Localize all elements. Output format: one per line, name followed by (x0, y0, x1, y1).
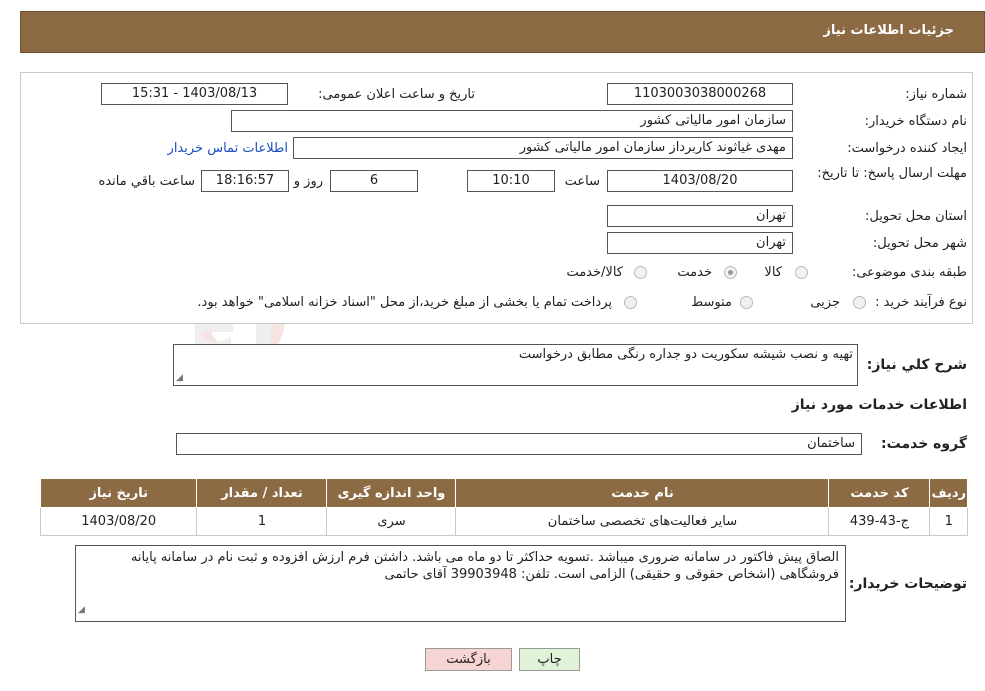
page-title: جزئیات اطلاعات نیاز (823, 23, 954, 38)
col-header-unit: واحد اندازه گیری (326, 478, 457, 508)
category-goods-service-radio[interactable] (634, 266, 647, 279)
description-label: شرح کلي نياز: (866, 357, 967, 373)
print-button[interactable]: چاپ (519, 648, 580, 671)
city-label: شهر محل تحویل: (872, 236, 967, 251)
col-header-service-name: نام خدمت (455, 478, 830, 508)
category-service-radio[interactable] (724, 266, 737, 279)
cell-quantity: 1 (196, 507, 328, 536)
buyer-org-field: سازمان امور مالیاتی کشور (231, 110, 793, 132)
description-text: تهیه و نصب شیشه سکوریت دو جداره رنگی مطا… (518, 347, 853, 362)
remaining-time-field: 18:16:57 (201, 170, 289, 192)
category-goods-radio[interactable] (795, 266, 808, 279)
services-section-title: اطلاعات خدمات مورد نیاز (791, 397, 967, 413)
col-header-row-number: ردیف (929, 478, 968, 508)
col-header-need-date: تاریخ نیاز (39, 478, 198, 508)
page-header: جزئیات اطلاعات نیاز (20, 11, 985, 53)
purchase-minor-radio[interactable] (853, 296, 866, 309)
buyer-notes-text: الصاق پیش فاکتور در سامانه ضروری میباشد … (130, 550, 839, 582)
treasury-checkbox[interactable] (624, 296, 637, 309)
remaining-days-field: 6 (330, 170, 418, 192)
purchase-minor-label: جزیی (810, 295, 840, 310)
province-label: استان محل تحویل: (865, 209, 967, 224)
col-header-service-code: کد خدمت (828, 478, 931, 508)
category-label: طبقه بندی موضوعی: (851, 265, 967, 280)
buyer-notes-label: توضیحات خریدار: (848, 576, 967, 592)
days-label: روز و (293, 174, 323, 189)
resize-grip-icon[interactable]: ◢ (176, 373, 183, 383)
cell-need-date: 1403/08/20 (39, 507, 198, 536)
services-table: ردیف کد خدمت نام خدمت واحد اندازه گیری ت… (39, 478, 968, 536)
table-header-row: ردیف کد خدمت نام خدمت واحد اندازه گیری ت… (39, 478, 968, 508)
buyer-notes-textarea[interactable]: الصاق پیش فاکتور در سامانه ضروری میباشد … (75, 545, 846, 622)
cell-unit: سری (326, 507, 457, 536)
deadline-date-field: 1403/08/20 (607, 170, 793, 192)
need-number-label: شماره نیاز: (905, 87, 967, 102)
resize-grip-icon[interactable]: ◢ (78, 602, 85, 619)
creator-field: مهدی غیاثوند کاربرداز سازمان امور مالیات… (293, 137, 793, 159)
purchase-type-label: نوع فرآیند خرید : (875, 295, 967, 310)
purchase-medium-radio[interactable] (740, 296, 753, 309)
treasury-note: پرداخت تمام یا بخشی از مبلغ خرید،از محل … (197, 295, 612, 310)
service-group-field: ساختمان (176, 433, 862, 455)
announce-datetime-field: 1403/08/13 - 15:31 (101, 83, 288, 105)
buyer-contact-link[interactable]: اطلاعات تماس خریدار (168, 141, 288, 156)
cell-row-number: 1 (929, 507, 968, 536)
description-textarea[interactable]: تهیه و نصب شیشه سکوریت دو جداره رنگی مطا… (173, 344, 858, 386)
remaining-time-label: ساعت باقي مانده (98, 174, 195, 189)
creator-label: ایجاد کننده درخواست: (847, 141, 967, 156)
category-goods-service-label: کالا/خدمت (566, 265, 623, 280)
category-service-label: خدمت (677, 265, 712, 280)
col-header-quantity: تعداد / مقدار (196, 478, 328, 508)
deadline-label: مهلت ارسال پاسخ: تا تاریخ: (817, 166, 967, 181)
cell-service-name: سایر فعالیت‌های تخصصی ساختمان (455, 507, 830, 536)
back-button[interactable]: بازگشت (425, 648, 512, 671)
province-field: تهران (607, 205, 793, 227)
city-field: تهران (607, 232, 793, 254)
table-row: 1 ج-43-439 سایر فعالیت‌های تخصصی ساختمان… (39, 507, 968, 536)
category-goods-label: کالا (764, 265, 782, 280)
need-number-field: 1103003038000268 (607, 83, 793, 105)
purchase-medium-label: متوسط (691, 295, 732, 310)
deadline-time-field: 10:10 (467, 170, 555, 192)
service-group-label: گروه خدمت: (881, 436, 967, 452)
announce-datetime-label: تاریخ و ساعت اعلان عمومی: (318, 87, 475, 102)
deadline-time-label: ساعت (564, 174, 600, 189)
cell-service-code: ج-43-439 (828, 507, 931, 536)
buyer-org-label: نام دستگاه خریدار: (864, 114, 967, 129)
